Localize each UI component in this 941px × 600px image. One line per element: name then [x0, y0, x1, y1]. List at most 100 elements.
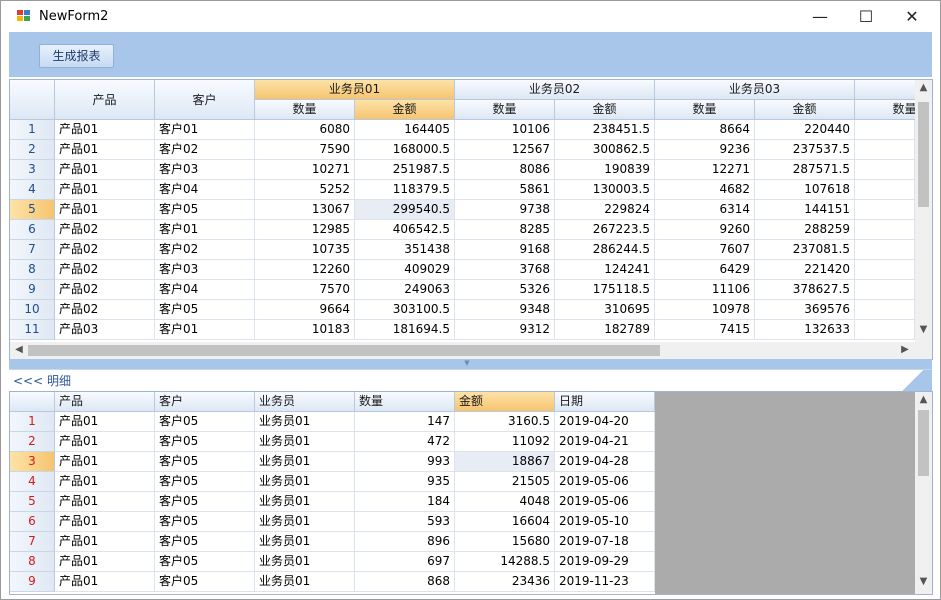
row-header[interactable]: 1 [10, 412, 55, 432]
row-header[interactable]: 5 [10, 200, 55, 220]
scroll-down-icon[interactable]: ▼ [915, 324, 932, 338]
splitter-bar[interactable]: ▼ [9, 359, 932, 369]
cell-product[interactable]: 产品01 [55, 572, 155, 592]
cell-amount[interactable]: 190839 [555, 160, 655, 180]
cell-customer[interactable]: 客户04 [155, 180, 255, 200]
cell-salesperson[interactable]: 业务员01 [255, 452, 355, 472]
cell-amount[interactable]: 168000.5 [355, 140, 455, 160]
cell-quantity[interactable]: 896 [355, 532, 455, 552]
cell-quantity[interactable]: 10735 [255, 240, 355, 260]
splitter-grip-icon[interactable]: ▼ [437, 360, 497, 367]
cell-quantity[interactable]: 147 [355, 412, 455, 432]
cell-quantity[interactable]: 9738 [455, 200, 555, 220]
cell-product[interactable]: 产品01 [55, 532, 155, 552]
cell-quantity[interactable]: 12985 [255, 220, 355, 240]
cell-quantity[interactable]: 4682 [655, 180, 755, 200]
cell-quantity[interactable]: 9168 [455, 240, 555, 260]
cell-amount[interactable]: 18867 [455, 452, 555, 472]
cell-quantity[interactable]: 10978 [655, 300, 755, 320]
row-header[interactable]: 3 [10, 160, 55, 180]
cell-date[interactable]: 2019-04-20 [555, 412, 655, 432]
row-header[interactable]: 8 [10, 552, 55, 572]
sub-header-2-quantity[interactable]: 数量 [455, 100, 555, 120]
row-header[interactable]: 4 [10, 180, 55, 200]
cell-salesperson[interactable]: 业务员01 [255, 432, 355, 452]
cell-product[interactable]: 产品01 [55, 452, 155, 472]
cell-quantity[interactable]: 935 [355, 472, 455, 492]
cell-salesperson[interactable]: 业务员01 [255, 412, 355, 432]
scroll-right-icon[interactable]: ▶ [898, 344, 912, 358]
cell-amount[interactable]: 144151 [755, 200, 855, 220]
cell-quantity[interactable]: 13067 [255, 200, 355, 220]
cell-customer[interactable]: 客户05 [155, 472, 255, 492]
row-header[interactable]: 2 [10, 432, 55, 452]
cell-quantity[interactable] [855, 120, 915, 140]
cell-amount[interactable]: 238451.5 [555, 120, 655, 140]
vertical-scrollbar[interactable]: ▲ ▼ [915, 392, 932, 594]
sub-header-1-amount[interactable]: 金额 [355, 100, 455, 120]
cell-customer[interactable]: 客户05 [155, 492, 255, 512]
cell-customer[interactable]: 客户03 [155, 160, 255, 180]
cell-amount[interactable]: 164405 [355, 120, 455, 140]
cell-quantity[interactable]: 8285 [455, 220, 555, 240]
column-header-product[interactable]: 产品 [55, 392, 155, 412]
cell-quantity[interactable]: 7607 [655, 240, 755, 260]
title-bar[interactable]: NewForm2 — ☐ ✕ [1, 1, 940, 32]
vertical-scroll-thumb[interactable] [918, 410, 929, 476]
cell-date[interactable]: 2019-04-21 [555, 432, 655, 452]
cell-amount[interactable]: 288259 [755, 220, 855, 240]
cell-quantity[interactable]: 184 [355, 492, 455, 512]
cell-quantity[interactable]: 6080 [255, 120, 355, 140]
cell-quantity[interactable] [855, 220, 915, 240]
row-header[interactable]: 1 [10, 120, 55, 140]
cell-customer[interactable]: 客户01 [155, 220, 255, 240]
cell-amount[interactable]: 229824 [555, 200, 655, 220]
cell-quantity[interactable]: 697 [355, 552, 455, 572]
row-header[interactable]: 6 [10, 220, 55, 240]
cell-product[interactable]: 产品01 [55, 412, 155, 432]
cell-quantity[interactable]: 5326 [455, 280, 555, 300]
sub-header-2-amount[interactable]: 金额 [555, 100, 655, 120]
cell-amount[interactable]: 300862.5 [555, 140, 655, 160]
cell-product[interactable]: 产品01 [55, 180, 155, 200]
cell-quantity[interactable]: 7570 [255, 280, 355, 300]
cell-amount[interactable]: 107618 [755, 180, 855, 200]
column-header-customer[interactable]: 客户 [155, 80, 255, 120]
cell-amount[interactable]: 220440 [755, 120, 855, 140]
cell-customer[interactable]: 客户05 [155, 552, 255, 572]
sub-header-1-quantity[interactable]: 数量 [255, 100, 355, 120]
horizontal-scroll-thumb[interactable] [28, 345, 660, 356]
cell-date[interactable]: 2019-11-23 [555, 572, 655, 592]
cell-quantity[interactable]: 3768 [455, 260, 555, 280]
cell-customer[interactable]: 客户05 [155, 300, 255, 320]
cell-quantity[interactable]: 6429 [655, 260, 755, 280]
group-header-3[interactable]: 业务员03 [655, 80, 855, 100]
cell-amount[interactable]: 21505 [455, 472, 555, 492]
cell-product[interactable]: 产品02 [55, 300, 155, 320]
cell-date[interactable]: 2019-07-18 [555, 532, 655, 552]
cell-customer[interactable]: 客户05 [155, 452, 255, 472]
cell-salesperson[interactable]: 业务员01 [255, 472, 355, 492]
cell-quantity[interactable]: 10183 [255, 320, 355, 340]
cell-quantity[interactable]: 9348 [455, 300, 555, 320]
cell-amount[interactable]: 310695 [555, 300, 655, 320]
row-header[interactable]: 2 [10, 140, 55, 160]
cell-customer[interactable]: 客户05 [155, 512, 255, 532]
detail-grid[interactable]: 产品 客户 业务员 数量 金额 日期 1 产品01 客户05 业务员01 147 3160.5 2019… [9, 391, 933, 595]
cell-customer[interactable]: 客户01 [155, 320, 255, 340]
row-header[interactable]: 4 [10, 472, 55, 492]
cell-product[interactable]: 产品01 [55, 512, 155, 532]
scroll-up-icon[interactable]: ▲ [915, 82, 932, 96]
vertical-scrollbar[interactable]: ▲ ▼ [915, 80, 932, 342]
horizontal-scrollbar[interactable]: ◀ ▶ [10, 342, 932, 359]
cell-amount[interactable]: 181694.5 [355, 320, 455, 340]
cell-salesperson[interactable]: 业务员01 [255, 492, 355, 512]
cell-quantity[interactable]: 6314 [655, 200, 755, 220]
scroll-up-icon[interactable]: ▲ [915, 394, 932, 408]
cell-amount[interactable]: 14288.5 [455, 552, 555, 572]
cell-date[interactable]: 2019-04-28 [555, 452, 655, 472]
cell-customer[interactable]: 客户03 [155, 260, 255, 280]
row-header[interactable]: 8 [10, 260, 55, 280]
cell-salesperson[interactable]: 业务员01 [255, 512, 355, 532]
cell-amount[interactable]: 369576 [755, 300, 855, 320]
